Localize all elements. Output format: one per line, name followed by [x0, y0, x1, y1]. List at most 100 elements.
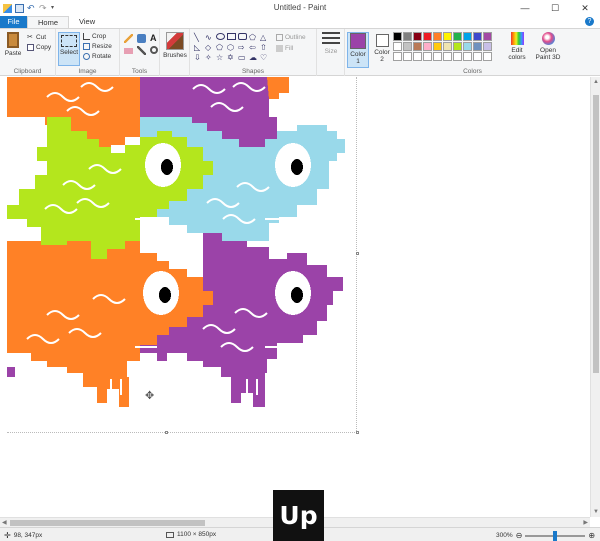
vertical-scroll-thumb[interactable]: [593, 95, 599, 373]
polygon-shape-icon[interactable]: ⬠: [249, 33, 259, 42]
palette-swatch[interactable]: [463, 32, 472, 41]
paste-button[interactable]: Paste: [3, 32, 23, 57]
canvas-resize-handle-bottom[interactable]: [165, 431, 168, 434]
canvas-resize-handle-corner[interactable]: [356, 431, 359, 434]
customize-quick-access-icon[interactable]: ▾: [51, 4, 60, 13]
palette-swatch[interactable]: [483, 42, 492, 51]
palette-swatch[interactable]: [403, 32, 412, 41]
color2-button[interactable]: Color 2: [372, 32, 392, 63]
color-picker-icon[interactable]: [137, 46, 146, 55]
canvas-resize-handle-right[interactable]: [356, 252, 359, 255]
vertical-scrollbar[interactable]: ▲ ▼: [590, 77, 600, 517]
cloud-callout-shape-icon[interactable]: ☁: [249, 53, 259, 62]
palette-swatch[interactable]: [473, 52, 482, 61]
fill-button[interactable]: Fill: [276, 44, 293, 53]
fill-bucket-icon[interactable]: [137, 34, 146, 43]
help-icon[interactable]: ?: [585, 17, 594, 26]
triangle-shape-icon[interactable]: △: [260, 33, 270, 42]
scroll-up-icon[interactable]: ▲: [591, 79, 600, 85]
curve-shape-icon[interactable]: ∿: [205, 33, 215, 42]
maximize-button[interactable]: ☐: [540, 0, 570, 16]
brushes-button[interactable]: Brushes: [162, 32, 188, 59]
tab-view[interactable]: View: [69, 16, 105, 28]
copy-button[interactable]: Copy: [27, 43, 51, 52]
rounded-rectangle-shape-icon[interactable]: [238, 33, 247, 40]
horizontal-scroll-thumb[interactable]: [10, 520, 205, 526]
hexagon-shape-icon[interactable]: ⬡: [227, 43, 237, 52]
rectangle-shape-icon[interactable]: [227, 33, 236, 40]
right-triangle-shape-icon[interactable]: ◺: [194, 43, 204, 52]
edit-colors-icon: [510, 32, 524, 45]
minimize-button[interactable]: —: [510, 0, 540, 16]
palette-swatch[interactable]: [393, 42, 402, 51]
line-size-icon: [322, 32, 340, 46]
palette-swatch[interactable]: [453, 42, 462, 51]
close-button[interactable]: ✕: [570, 0, 600, 16]
select-button[interactable]: Select: [58, 32, 80, 66]
star6-shape-icon[interactable]: ✡: [227, 53, 237, 62]
shapes-gallery[interactable]: ╲ ∿ ⬠ △ ◺ ◇ ⬠ ⬡ ⇨ ⇦ ⇧ ⇩ ✧ ☆ ✡ ▭ ☁ ♡: [194, 33, 272, 63]
text-icon[interactable]: A: [150, 34, 160, 43]
open-paint3d-button[interactable]: Open Paint 3D: [533, 32, 563, 61]
palette-swatch[interactable]: [413, 52, 422, 61]
eraser-icon[interactable]: [124, 48, 133, 54]
star5-shape-icon[interactable]: ☆: [216, 53, 226, 62]
palette-swatch[interactable]: [413, 32, 422, 41]
pencil-icon[interactable]: [124, 34, 133, 43]
cut-button[interactable]: ✂ Cut: [27, 33, 46, 42]
tab-file[interactable]: File: [0, 16, 27, 28]
rotate-button[interactable]: Rotate: [83, 52, 111, 61]
tab-home[interactable]: Home: [27, 16, 70, 28]
palette-swatch[interactable]: [433, 42, 442, 51]
save-icon[interactable]: [15, 3, 24, 13]
oval-shape-icon[interactable]: [216, 33, 225, 40]
drawing-canvas[interactable]: [7, 77, 357, 433]
undo-icon[interactable]: ↶: [27, 3, 36, 13]
down-arrow-shape-icon[interactable]: ⇩: [194, 53, 204, 62]
palette-swatch[interactable]: [403, 42, 412, 51]
palette-swatch[interactable]: [473, 42, 482, 51]
size-button[interactable]: Size: [320, 32, 342, 55]
palette-swatch[interactable]: [473, 32, 482, 41]
palette-swatch[interactable]: [413, 42, 422, 51]
up-arrow-shape-icon[interactable]: ⇧: [260, 43, 270, 52]
palette-swatch[interactable]: [443, 32, 452, 41]
palette-swatch[interactable]: [483, 32, 492, 41]
palette-swatch[interactable]: [483, 52, 492, 61]
star4-shape-icon[interactable]: ✧: [205, 53, 215, 62]
palette-swatch[interactable]: [393, 32, 402, 41]
zoom-slider[interactable]: [525, 530, 586, 541]
resize-button[interactable]: Resize: [83, 42, 112, 51]
palette-swatch[interactable]: [453, 52, 462, 61]
zoom-slider-knob[interactable]: [553, 530, 558, 541]
pentagon-shape-icon[interactable]: ⬠: [216, 43, 226, 52]
palette-swatch[interactable]: [443, 42, 452, 51]
palette-swatch[interactable]: [423, 42, 432, 51]
zoom-out-icon[interactable]: ⊖: [516, 531, 523, 540]
line-shape-icon[interactable]: ╲: [194, 33, 204, 42]
outline-button[interactable]: Outline: [276, 33, 306, 42]
palette-swatch[interactable]: [463, 52, 472, 61]
palette-swatch[interactable]: [433, 52, 442, 61]
palette-swatch[interactable]: [423, 52, 432, 61]
palette-swatch[interactable]: [443, 52, 452, 61]
cursor-position-icon: ✛: [4, 531, 11, 540]
color1-button[interactable]: Color 1: [347, 32, 369, 68]
heart-shape-icon[interactable]: ♡: [260, 53, 270, 62]
palette-swatch[interactable]: [453, 32, 462, 41]
scroll-down-icon[interactable]: ▼: [591, 509, 600, 515]
magnifier-icon[interactable]: [150, 46, 158, 54]
redo-icon[interactable]: ↷: [39, 3, 48, 13]
palette-swatch[interactable]: [433, 32, 442, 41]
palette-swatch[interactable]: [393, 52, 402, 61]
crop-button[interactable]: Crop: [83, 32, 106, 41]
diamond-shape-icon[interactable]: ◇: [205, 43, 215, 52]
left-arrow-shape-icon[interactable]: ⇦: [249, 43, 259, 52]
right-arrow-shape-icon[interactable]: ⇨: [238, 43, 248, 52]
palette-swatch[interactable]: [403, 52, 412, 61]
zoom-in-icon[interactable]: ⊕: [588, 531, 595, 540]
palette-swatch[interactable]: [423, 32, 432, 41]
edit-colors-button[interactable]: Edit colors: [506, 32, 528, 61]
palette-swatch[interactable]: [463, 42, 472, 51]
callout-shape-icon[interactable]: ▭: [238, 53, 248, 62]
